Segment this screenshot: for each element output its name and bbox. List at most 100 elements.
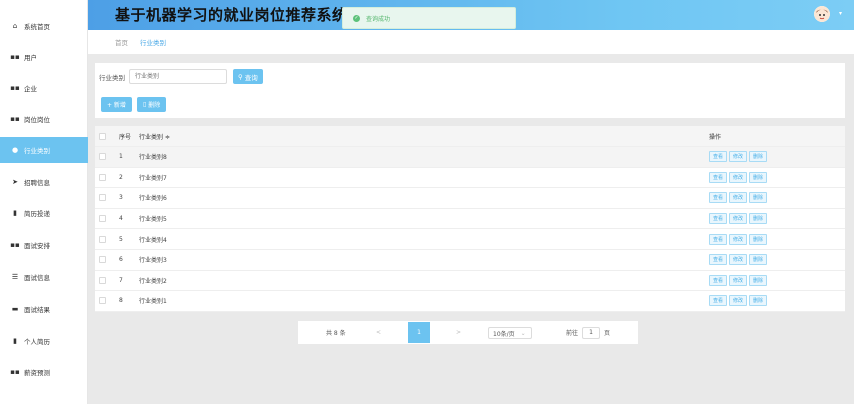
search-button[interactable]: ⚲ 查询 [233,69,263,84]
sidebar-item-12[interactable]: ▪▪ 薪资预测 [0,359,88,385]
location-icon: ● [11,146,19,154]
page-number-current[interactable]: 1 [408,322,430,343]
table-row[interactable]: 4 行业类别5 查看 修改 删除 [95,209,845,230]
header-index: 序号 [119,133,132,141]
sidebar-item-label: 面试结果 [24,306,50,314]
delete-row-button[interactable]: 删除 [749,192,767,204]
data-table: 序号 行业类别 ≑ 操作 1 行业类别8 查看 修改 删除 2 行业类别7 查看 修改 删除 3 行业… [95,126,845,312]
delete-row-button[interactable]: 删除 [749,274,767,286]
sidebar-item-label: 系统首页 [24,23,50,31]
search-label: 行业类别 [99,73,125,82]
sidebar-item-label: 个人简历 [24,338,50,346]
sliders-icon: ☰ [11,273,19,281]
select-all-checkbox[interactable] [99,132,106,140]
delete-row-button[interactable]: 删除 [749,171,767,183]
row-checkbox[interactable] [99,297,106,305]
sidebar-item-10[interactable]: ▬ 面试结果 [0,296,88,322]
row-name: 行业类别2 [139,277,167,285]
page-size-select[interactable]: 10条/页 ⌄ [488,327,532,339]
breadcrumb-home[interactable]: 首页 [115,37,128,47]
grid-icon: ▪▪ [10,368,20,376]
table-row[interactable]: 7 行业类别2 查看 修改 删除 [95,271,845,292]
sidebar-item-label: 面试信息 [24,274,50,282]
edit-button[interactable]: 修改 [729,192,747,204]
edit-button[interactable]: 修改 [729,151,747,163]
sidebar-item-label: 用户 [24,54,37,62]
add-button[interactable]: + 新增 [101,97,132,112]
delete-row-button[interactable]: 删除 [749,151,767,163]
view-button[interactable]: 查看 [709,192,727,204]
row-checkbox[interactable] [99,194,106,202]
delete-row-button[interactable]: 删除 [749,213,767,225]
row-checkbox[interactable] [99,173,106,181]
goto-page: 前往 1 页 [566,326,610,339]
row-name: 行业类别7 [139,174,167,182]
delete-button[interactable]: ▯ 删除 [136,97,167,112]
chevron-down-icon[interactable]: ▾ [839,10,842,17]
trash-icon: ▯ [142,101,147,108]
prev-page-button[interactable]: < [376,329,381,336]
table-row[interactable]: 8 行业类别1 查看 修改 删除 [95,291,845,312]
view-button[interactable]: 查看 [709,233,727,245]
sidebar-item-4[interactable]: ▪▪ 岗位岗位 [0,106,88,132]
edit-button[interactable]: 修改 [729,295,747,307]
row-checkbox[interactable] [99,215,106,223]
sidebar-item-6[interactable]: ➤ 招聘信息 [0,169,88,195]
search-panel: 行业类别 ⚲ 查询 + 新增 ▯ 删除 [95,63,845,118]
sidebar-item-8[interactable]: ▪▪ 面试安排 [0,232,88,258]
search-input[interactable] [129,69,227,84]
view-button[interactable]: 查看 [709,254,727,266]
table-header: 序号 行业类别 ≑ 操作 [95,126,845,147]
view-button[interactable]: 查看 [709,274,727,286]
table-row[interactable]: 3 行业类别6 查看 修改 删除 [95,188,845,209]
delete-button-label: 删除 [148,102,161,109]
table-row[interactable]: 5 行业类别4 查看 修改 删除 [95,229,845,250]
sidebar-item-11[interactable]: ▮ 个人简历 [0,328,88,354]
row-checkbox[interactable] [99,153,106,161]
grid-icon: ▪▪ [10,241,20,249]
sidebar-item-5[interactable]: ● 行业类别 [0,137,88,163]
edit-button[interactable]: 修改 [729,254,747,266]
goto-label: 前往 [566,330,579,337]
row-index: 1 [119,153,123,161]
sidebar-item-9[interactable]: ☰ 面试信息 [0,264,88,290]
view-button[interactable]: 查看 [709,295,727,307]
edit-button[interactable]: 修改 [729,213,747,225]
row-index: 8 [119,297,123,305]
delete-row-button[interactable]: 删除 [749,295,767,307]
next-page-button[interactable]: > [456,329,461,336]
pagination-total: 共 8 条 [326,330,346,337]
row-checkbox[interactable] [99,256,106,264]
edit-button[interactable]: 修改 [729,233,747,245]
table-row[interactable]: 2 行业类别7 查看 修改 删除 [95,168,845,189]
header-name[interactable]: 行业类别 ≑ [139,132,709,141]
view-button[interactable]: 查看 [709,213,727,225]
user-avatar[interactable] [814,6,830,22]
row-name: 行业类别3 [139,257,167,265]
row-checkbox[interactable] [99,276,106,284]
edit-button[interactable]: 修改 [729,274,747,286]
home-icon: ⌂ [12,22,18,30]
search-button-label: 查询 [244,73,258,82]
goto-page-input[interactable]: 1 [582,326,601,339]
grid-icon: ▪▪ [10,115,20,123]
sidebar-item-1[interactable]: ⌂ 系统首页 [0,13,88,39]
app-title: 基于机器学习的就业岗位推荐系统 [115,6,348,24]
sidebar-item-label: 企业 [24,85,37,93]
delete-row-button[interactable]: 删除 [749,233,767,245]
edit-button[interactable]: 修改 [729,171,747,183]
row-index: 6 [119,256,123,264]
delete-row-button[interactable]: 删除 [749,254,767,266]
table-row[interactable]: 1 行业类别8 查看 修改 删除 [95,147,845,168]
sidebar-item-2[interactable]: ▪▪ 用户 [0,44,88,70]
table-row[interactable]: 6 行业类别3 查看 修改 删除 [95,250,845,271]
row-index: 3 [119,194,123,202]
view-button[interactable]: 查看 [709,171,727,183]
sidebar-item-label: 面试安排 [24,242,50,250]
sidebar-item-7[interactable]: ▮ 简历投递 [0,200,88,226]
view-button[interactable]: 查看 [709,151,727,163]
row-checkbox[interactable] [99,235,106,243]
row-name: 行业类别8 [139,154,167,162]
sidebar-item-3[interactable]: ▪▪ 企业 [0,75,88,101]
row-name: 行业类别5 [139,216,167,224]
